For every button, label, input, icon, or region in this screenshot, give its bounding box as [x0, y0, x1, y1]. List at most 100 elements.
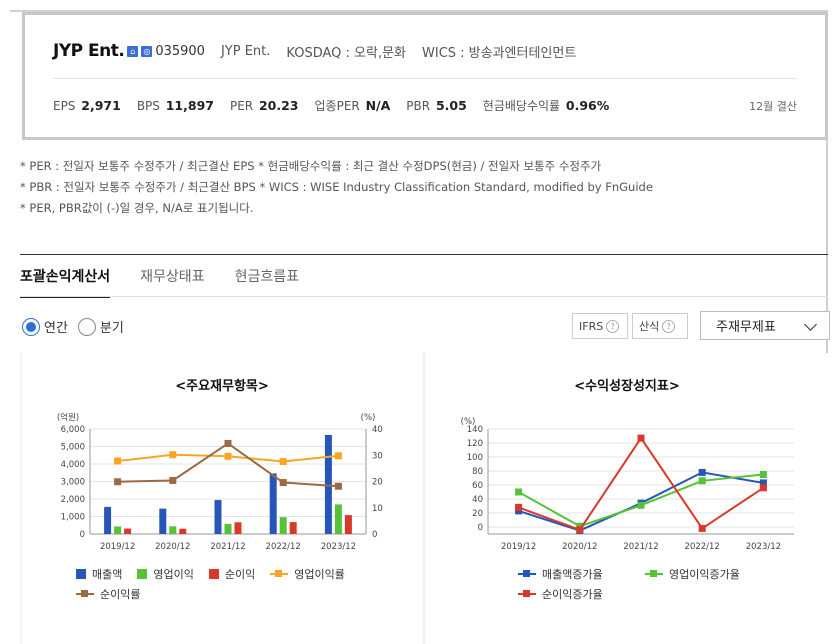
data-point: [698, 524, 706, 532]
y-tick-label: 6,000: [61, 425, 85, 435]
home-icon[interactable]: ⌂: [127, 45, 139, 57]
tabs-top-divider: [20, 254, 828, 255]
y2-axis-label: (%): [361, 413, 376, 423]
financial-items-chart-panel: <주요재무항목> 0 1,000 2,000 3,000 4,000 5,000 6,000…: [22, 353, 422, 644]
legend-item[interactable]: 순이익률: [76, 586, 140, 602]
legend-item[interactable]: 매출액증가율: [518, 566, 630, 582]
annual-radio-label[interactable]: 연간: [44, 317, 68, 336]
company-title-row: JYP Ent. ⌂ ◎ 035900 JYP Ent. KOSDAQ : 오락…: [53, 41, 576, 61]
help-icon[interactable]: ?: [662, 319, 676, 333]
company-name: JYP Ent.: [53, 41, 125, 61]
ir-icon[interactable]: ◎: [141, 45, 153, 57]
footnote-line: * PER, PBR값이 (-)일 경우, N/A로 표기됩니다.: [20, 201, 254, 215]
legend-item[interactable]: 영업이익증가율: [645, 566, 740, 582]
settlement-month: 12월 결산: [749, 100, 797, 113]
stock-code: 035900: [155, 43, 205, 59]
y-tick-label: 5,000: [61, 443, 85, 453]
y2-tick-label: 30: [372, 451, 383, 461]
chevron-down-icon: [804, 318, 817, 331]
data-point: [637, 501, 645, 509]
y2-tick-label: 10: [372, 504, 383, 514]
quarter-radio-label[interactable]: 분기: [100, 317, 124, 336]
metric-pbr: PBR 5.05: [406, 98, 467, 113]
chart-legend: 매출액 영업이익 순이익 영업이익률 순이익률: [76, 566, 416, 602]
series-line: [518, 436, 764, 532]
y2-tick-label: 0: [372, 530, 377, 540]
footnote-line: * PBR : 전일자 보통주 수정주가 / 최근결산 BPS * WICS :…: [20, 180, 653, 194]
bar: [124, 528, 132, 534]
period-radio-group: 연간 분기: [22, 317, 134, 336]
bar: [159, 508, 167, 534]
data-point: [515, 488, 523, 496]
x-tick-label: 2023/12: [321, 542, 356, 552]
ifrs-button[interactable]: IFRS ?: [572, 313, 628, 339]
bar: [224, 523, 232, 534]
market-info: KOSDAQ : 오락,문화: [286, 45, 407, 61]
chart-area: <주요재무항목> 0 1,000 2,000 3,000 4,000 5,000 6,000…: [20, 353, 828, 644]
company-eng-name: JYP Ent.: [220, 43, 271, 59]
y2-tick-label: 20: [372, 478, 383, 488]
metric-industry-per: 업종PER N/A: [314, 98, 391, 113]
data-point: [279, 479, 287, 487]
x-tick-label: 2019/12: [100, 542, 135, 552]
y-tick-label: 3,000: [61, 478, 85, 488]
statement-tabs: 포괄손익계산서 재무상태표 현금흐름표: [20, 266, 329, 298]
legend-item[interactable]: 순이익증가율: [518, 586, 603, 602]
tabs-bottom-divider: [20, 296, 828, 297]
legend-swatch: [208, 569, 219, 579]
metrics-row: EPS 2,971 BPS 11,897 PER 20.23 업종PER N/A…: [53, 97, 625, 114]
tab-cash-flow[interactable]: 현금흐름표: [235, 266, 299, 298]
bar: [104, 506, 112, 534]
data-point: [114, 478, 122, 486]
y-tick-label: 80: [472, 467, 483, 477]
legend-item[interactable]: 영업이익률: [270, 566, 345, 582]
y-axis-label: (%): [461, 417, 476, 427]
legend-swatch: [76, 569, 86, 579]
y-tick-label: 60: [472, 481, 483, 491]
x-tick-label: 2021/12: [210, 542, 245, 552]
legend-item[interactable]: 순이익: [208, 566, 255, 582]
bar: [169, 526, 177, 534]
x-tick-label: 2021/12: [623, 542, 658, 552]
wics-info: WICS : 방송과엔터테인먼트: [422, 45, 577, 61]
data-point: [515, 503, 523, 511]
data-point: [334, 482, 342, 490]
legend-item[interactable]: 영업이익: [137, 566, 194, 582]
x-tick-label: 2022/12: [266, 542, 301, 552]
data-point: [224, 439, 232, 447]
footnote-line: * PER : 전일자 보통주 수정주가 / 최근결산 EPS * 현금배당수익…: [20, 159, 602, 173]
bar: [179, 528, 187, 534]
data-point: [224, 452, 232, 460]
y-tick-label: 0: [80, 530, 85, 540]
data-point: [169, 476, 177, 484]
data-point: [279, 458, 287, 466]
tab-balance-sheet[interactable]: 재무상태표: [140, 266, 204, 298]
summary-divider: [53, 78, 797, 79]
formula-button[interactable]: 산식 ?: [632, 313, 688, 339]
data-point: [698, 468, 706, 476]
quarter-radio[interactable]: [77, 317, 96, 336]
legend-item[interactable]: 매출액: [76, 566, 122, 582]
y-tick-label: 4,000: [61, 460, 85, 470]
data-point: [759, 471, 767, 478]
x-tick-label: 2022/12: [685, 542, 720, 552]
metric-bps: BPS 11,897: [136, 98, 214, 113]
y-tick-label: 0: [478, 523, 483, 533]
legend-swatch: [518, 569, 536, 579]
y-axis-label: (억원): [57, 412, 79, 423]
formula-label: 산식: [639, 320, 660, 333]
y-tick-label: 100: [467, 453, 483, 463]
annual-radio[interactable]: [22, 317, 40, 336]
x-tick-label: 2020/12: [562, 542, 597, 552]
help-icon[interactable]: ?: [606, 319, 620, 333]
legend-swatch: [645, 569, 663, 579]
metric-per: PER 20.23: [229, 98, 299, 113]
data-point: [576, 526, 584, 534]
series-line: [117, 442, 339, 488]
statement-select[interactable]: 주재무제표: [700, 311, 830, 340]
y-tick-label: 2,000: [61, 495, 85, 505]
bar: [114, 526, 122, 534]
tab-income-statement[interactable]: 포괄손익계산서: [20, 266, 111, 298]
metric-eps: EPS 2,971: [53, 98, 121, 113]
metric-dividend-yield: 현금배당수익률 0.96%: [482, 98, 610, 113]
